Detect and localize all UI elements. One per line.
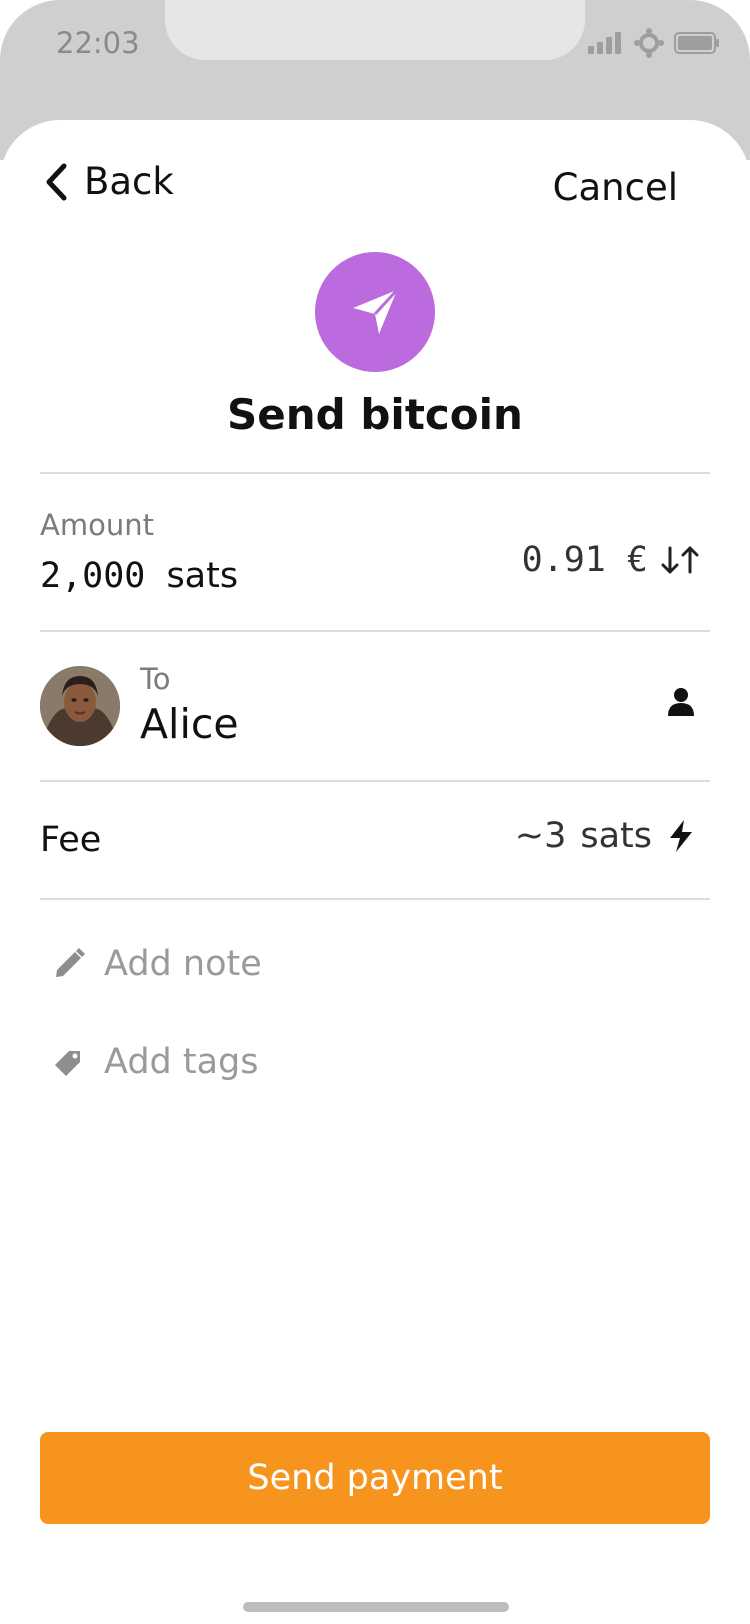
battery-icon xyxy=(674,32,719,54)
to-label: To xyxy=(140,662,171,696)
add-tags-label: Add tags xyxy=(104,1042,259,1082)
home-indicator xyxy=(243,1602,509,1612)
recipient-info: To Alice xyxy=(140,662,239,748)
chevron-left-icon xyxy=(46,163,67,200)
lightning-icon xyxy=(670,820,692,852)
add-tags-button[interactable]: Add tags xyxy=(52,1042,259,1082)
fee-amount: ~3 xyxy=(514,816,567,856)
amount-unit: sats xyxy=(166,556,239,596)
signal-icon xyxy=(588,32,621,54)
fee-unit: sats xyxy=(580,816,652,856)
divider xyxy=(40,898,710,900)
amount-number: 2,000 xyxy=(40,556,146,596)
nav-bar: Back Cancel xyxy=(0,160,750,230)
divider xyxy=(40,630,710,632)
add-note-button[interactable]: Add note xyxy=(52,944,262,984)
fee-row: Fee ~3 sats xyxy=(40,800,710,896)
avatar xyxy=(40,666,120,746)
person-icon xyxy=(668,688,694,716)
location-icon xyxy=(634,28,664,58)
contact-picker-button[interactable] xyxy=(666,686,696,721)
recipient-name: Alice xyxy=(140,700,239,748)
status-time: 22:03 xyxy=(56,26,140,60)
page-title: Send bitcoin xyxy=(227,390,523,439)
add-note-label: Add note xyxy=(104,944,262,984)
fiat-value: 0.91 € xyxy=(521,540,648,580)
status-icons xyxy=(588,28,720,58)
divider xyxy=(40,780,710,782)
send-payment-button[interactable]: Send payment xyxy=(40,1432,710,1524)
fee-value: ~3 sats xyxy=(515,816,696,856)
fee-label: Fee xyxy=(40,820,102,860)
back-label: Back xyxy=(84,160,174,203)
recipient-row[interactable]: To Alice xyxy=(40,654,710,764)
cancel-button[interactable]: Cancel xyxy=(553,166,678,209)
send-sheet: Back Cancel Send bitcoin Amount 2,000 sa… xyxy=(0,120,750,1624)
divider xyxy=(40,472,710,474)
swap-arrows-icon xyxy=(661,546,699,574)
notch xyxy=(165,0,585,60)
back-button[interactable]: Back xyxy=(44,160,174,203)
send-icon xyxy=(353,288,399,334)
fiat-toggle[interactable]: 0.91 € xyxy=(522,540,700,580)
send-payment-label: Send payment xyxy=(247,1458,503,1498)
amount-row[interactable]: Amount 2,000 sats 0.91 € xyxy=(40,508,710,628)
tag-icon xyxy=(55,1051,80,1076)
pencil-icon xyxy=(56,948,85,977)
amount-label: Amount xyxy=(40,508,154,542)
send-badge xyxy=(315,252,435,372)
